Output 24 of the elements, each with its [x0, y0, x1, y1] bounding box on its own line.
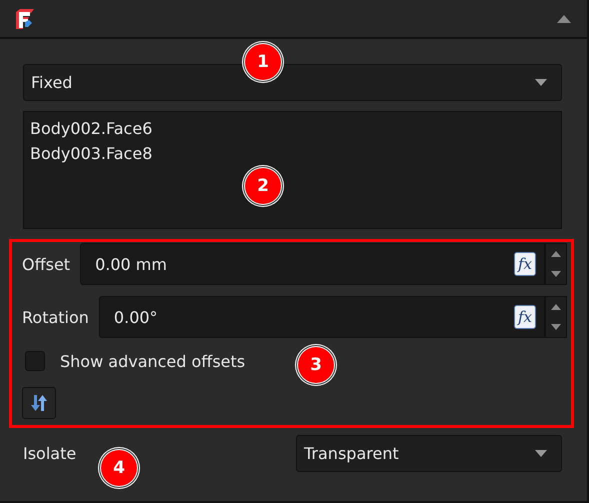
callout-number: 4: [101, 450, 137, 486]
checkbox[interactable]: [25, 351, 45, 371]
swap-arrows-icon: [30, 394, 48, 412]
reference-item[interactable]: Body003.Face8: [30, 141, 555, 166]
expression-button[interactable]: fx: [514, 252, 536, 276]
collapse-arrow-icon[interactable]: [557, 14, 571, 22]
field-label: Rotation: [22, 308, 89, 326]
spin-buttons[interactable]: [545, 243, 567, 285]
callout-number: 2: [245, 168, 281, 204]
caret-icon: [535, 450, 547, 457]
callout-number: 3: [298, 347, 334, 383]
value-field[interactable]: 0.00° fx: [98, 296, 545, 338]
value-field[interactable]: 0.00 mm fx: [80, 243, 545, 285]
isolate-label: Isolate: [23, 444, 76, 463]
reference-item[interactable]: Body002.Face6: [30, 116, 555, 141]
app-logo-icon: [14, 8, 36, 30]
field-label: Offset: [22, 254, 70, 274]
spin-buttons[interactable]: [545, 296, 567, 338]
caret-icon: [535, 79, 547, 86]
flip-button[interactable]: [22, 387, 56, 419]
expression-button[interactable]: fx: [514, 305, 536, 329]
callout-number: 1: [245, 44, 281, 80]
isolate-dropdown[interactable]: Transparent: [296, 435, 562, 472]
checkbox-label: Show advanced offsets: [60, 352, 246, 370]
